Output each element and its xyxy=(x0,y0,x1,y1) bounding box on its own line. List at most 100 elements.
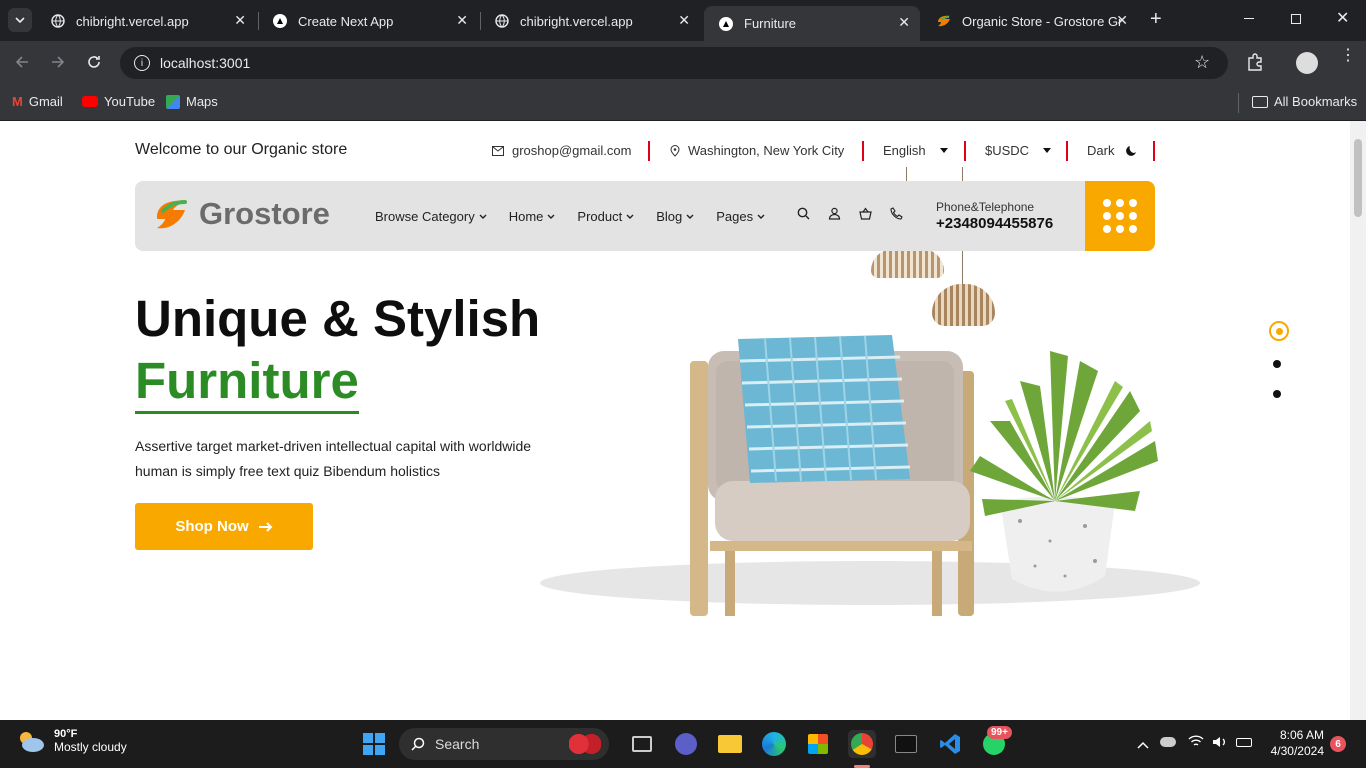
page-scrollbar[interactable] xyxy=(1350,121,1366,720)
back-button[interactable] xyxy=(14,54,30,75)
hero-description: Assertive target market-driven intellect… xyxy=(135,438,532,479)
battery-icon[interactable] xyxy=(1236,738,1252,747)
bookmark-gmail[interactable]: M Gmail xyxy=(12,94,63,109)
slider-dot[interactable] xyxy=(1273,360,1281,368)
tray-overflow-icon[interactable] xyxy=(1137,736,1149,754)
terminal-icon[interactable] xyxy=(892,730,920,758)
close-icon[interactable]: ✕ xyxy=(234,12,246,29)
windows-taskbar: 90°F Mostly cloudy Search 99+ 8:06 AM 4/… xyxy=(0,720,1366,768)
store-icon[interactable] xyxy=(804,730,832,758)
scrollbar-thumb[interactable] xyxy=(1354,139,1362,217)
menu-home[interactable]: Home xyxy=(509,209,556,224)
browser-tab[interactable]: Create Next App ✕ xyxy=(258,6,478,36)
currency-select[interactable]: $USDC xyxy=(985,143,1052,158)
bookmark-label: Maps xyxy=(186,94,218,109)
phone-number: +2348094455876 xyxy=(936,215,1054,232)
arrow-right-icon xyxy=(258,521,273,532)
site-logo[interactable]: Grostore xyxy=(153,195,330,233)
forward-button[interactable] xyxy=(50,54,66,75)
site-info-icon[interactable]: i xyxy=(134,55,150,71)
search-icon xyxy=(411,737,425,751)
cloud-sun-icon xyxy=(20,732,44,752)
minimize-button[interactable] xyxy=(1244,18,1254,19)
pendant-lamp-image xyxy=(932,284,995,326)
menu-label: Browse Category xyxy=(375,209,475,224)
nav-icons xyxy=(797,207,903,220)
profile-avatar[interactable] xyxy=(1296,52,1318,74)
clock[interactable]: 8:06 AM 4/30/2024 xyxy=(1264,728,1324,758)
bookmark-maps[interactable]: Maps xyxy=(166,94,218,109)
tab-title: chibright.vercel.app xyxy=(520,13,633,29)
app-grid-button[interactable] xyxy=(1085,181,1155,251)
user-icon[interactable] xyxy=(828,207,841,220)
weather-widget[interactable]: 90°F Mostly cloudy xyxy=(16,728,127,754)
clock-time: 8:06 AM xyxy=(1279,728,1324,742)
vscode-icon[interactable] xyxy=(936,730,964,758)
tab-title: chibright.vercel.app xyxy=(76,13,189,29)
extensions-icon[interactable] xyxy=(1246,53,1264,76)
bookmark-label: Gmail xyxy=(28,94,63,109)
youtube-icon xyxy=(82,96,98,107)
phone-contact[interactable]: Phone&Telephone +2348094455876 xyxy=(936,200,1053,232)
reload-button[interactable] xyxy=(86,54,102,75)
location-text: Washington, New York City xyxy=(688,143,845,158)
grostore-icon xyxy=(936,13,952,29)
nextjs-icon xyxy=(272,13,288,29)
file-explorer-icon[interactable] xyxy=(716,730,744,758)
chevron-down-icon xyxy=(686,214,694,219)
chevron-down-icon xyxy=(757,214,765,219)
taskbar-search[interactable]: Search xyxy=(399,728,609,760)
tab-search-button[interactable] xyxy=(8,8,32,32)
shop-now-button[interactable]: Shop Now xyxy=(135,503,313,550)
close-icon[interactable]: ✕ xyxy=(898,14,910,31)
folder-icon xyxy=(1252,95,1268,108)
close-window-button[interactable]: ✕ xyxy=(1336,8,1349,28)
close-icon[interactable]: ✕ xyxy=(1116,12,1128,29)
basket-icon[interactable] xyxy=(859,207,872,220)
logo-text: Grostore xyxy=(199,196,330,231)
hero-title-line2: Furniture xyxy=(135,351,359,414)
pendant-lamp-image xyxy=(871,249,944,278)
video-call-icon[interactable] xyxy=(672,730,700,758)
edge-browser-icon[interactable] xyxy=(760,730,788,758)
address-bar[interactable]: i localhost:3001 xyxy=(120,47,1228,79)
language-select[interactable]: English xyxy=(883,143,948,158)
windows-start-icon[interactable] xyxy=(360,730,388,758)
new-tab-button[interactable]: + xyxy=(1150,8,1162,31)
menu-kebab-icon[interactable]: ⋮ xyxy=(1340,48,1356,64)
globe-icon xyxy=(50,13,66,29)
menu-blog[interactable]: Blog xyxy=(656,209,694,224)
onedrive-icon[interactable] xyxy=(1160,737,1176,747)
email-info[interactable]: groshop@gmail.com xyxy=(492,143,631,158)
bookmark-star-icon[interactable]: ☆ xyxy=(1194,52,1210,73)
restore-button[interactable] xyxy=(1291,14,1301,24)
phone-icon[interactable] xyxy=(890,207,903,220)
close-icon[interactable]: ✕ xyxy=(678,12,690,29)
all-bookmarks[interactable]: All Bookmarks xyxy=(1252,94,1357,109)
bookmark-label: YouTube xyxy=(104,94,156,109)
search-icon[interactable] xyxy=(797,207,810,220)
caret-down-icon xyxy=(1043,148,1052,153)
hero-title-line1: Unique & Stylish xyxy=(135,290,541,347)
menu-browse-category[interactable]: Browse Category xyxy=(375,209,487,224)
wifi-icon[interactable] xyxy=(1188,734,1204,753)
browser-tab[interactable]: chibright.vercel.app ✕ xyxy=(480,6,700,36)
theme-toggle[interactable]: Dark xyxy=(1087,143,1137,158)
browser-tab-active[interactable]: Furniture ✕ xyxy=(704,6,920,41)
notification-badge[interactable]: 6 xyxy=(1330,736,1346,752)
location-pin-icon xyxy=(670,144,680,157)
task-view-icon[interactable] xyxy=(628,730,656,758)
menu-label: Home xyxy=(508,209,544,224)
slider-dot[interactable] xyxy=(1273,390,1281,398)
slider-dot-active[interactable] xyxy=(1269,321,1289,341)
close-icon[interactable]: ✕ xyxy=(456,12,468,29)
volume-icon[interactable] xyxy=(1212,735,1228,754)
menu-pages[interactable]: Pages xyxy=(716,209,765,224)
menu-product[interactable]: Product xyxy=(577,209,634,224)
menu-label: Pages xyxy=(716,209,754,224)
chrome-icon[interactable] xyxy=(848,730,876,758)
bookmark-youtube[interactable]: YouTube xyxy=(82,94,155,109)
browser-tab[interactable]: Organic Store - Grostore Gro ✕ xyxy=(922,6,1138,36)
browser-tab[interactable]: chibright.vercel.app ✕ xyxy=(36,6,256,36)
web-page: Welcome to our Organic store groshop@gma… xyxy=(0,121,1350,720)
